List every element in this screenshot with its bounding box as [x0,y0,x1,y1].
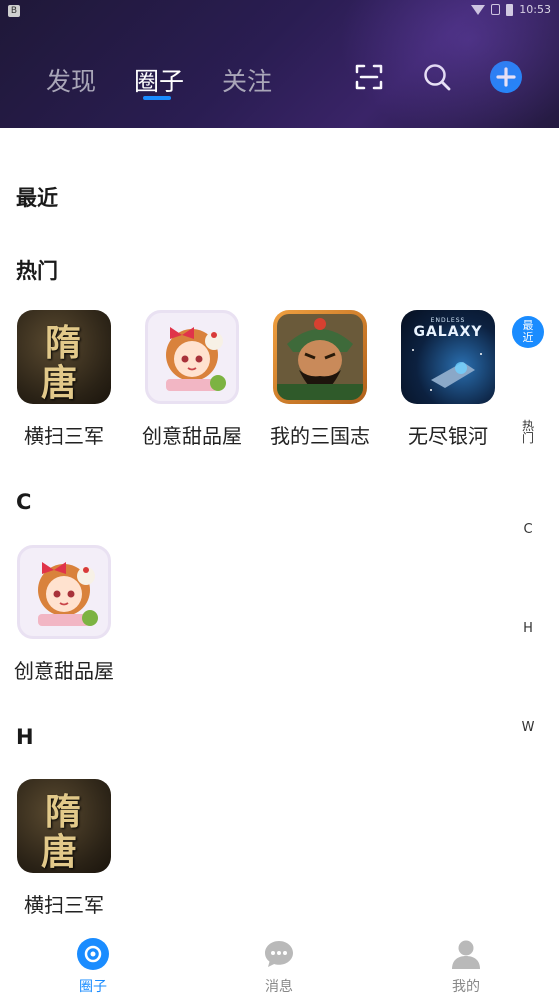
search-icon[interactable] [422,62,452,92]
nav-messages[interactable]: 消息 [239,938,319,995]
galaxy-game-icon: ENDLESS GALAXY [401,310,495,404]
index-badge-label: 最近 [522,319,534,344]
app-item-hengsao[interactable]: 隋 唐 横扫三军 [9,310,119,449]
person-icon [450,938,482,970]
scan-icon[interactable] [354,62,384,92]
nav-label: 圈子 [79,979,107,995]
tab-circle-label: 圈子 [134,67,185,96]
status-indicators: 10:53 [471,3,551,16]
index-item-c[interactable]: C [520,523,536,536]
wifi-icon [471,4,486,15]
app-item-dessert-c[interactable]: 创意甜品屋 [9,545,119,684]
nav-label: 消息 [265,979,293,995]
status-bar: B 10:53 [0,0,559,24]
section-title-recent: 最近 [16,186,58,210]
sanguo-game-icon [273,310,367,404]
app-name: 创意甜品屋 [14,659,114,683]
icon-glyph-bottom: 唐 [41,831,78,873]
index-item-h[interactable]: H [520,622,536,635]
app-name: 无尽银河 [408,424,488,448]
app-item-galaxy[interactable]: ENDLESS GALAXY 无尽银河 [393,310,503,449]
section-title-h: H [16,725,34,749]
sim-icon [491,4,501,15]
suitang-game-icon: 隋 唐 [17,779,111,873]
index-item-w[interactable]: W [520,721,536,734]
icon-glyph-bottom: 唐 [41,362,78,404]
suitang-game-icon: 隋 唐 [17,310,111,404]
app-item-sanguo[interactable]: 我的三国志 [265,310,375,449]
dessert-game-icon [17,545,111,639]
app-name: 我的三国志 [270,424,370,448]
app-name: 创意甜品屋 [142,424,242,448]
top-tabs: 发现 圈子 关注 [46,62,310,100]
battery-icon [506,3,514,16]
dessert-game-icon [145,310,239,404]
notification-icon: B [8,5,20,17]
section-title-c: C [16,490,32,514]
app-item-hengsao-h[interactable]: 隋 唐 横扫三军 [9,779,119,918]
tab-circle[interactable]: 圈子 [134,62,185,100]
nav-circle[interactable]: 圈子 [53,938,133,995]
app-name: 横扫三军 [24,893,104,917]
nav-profile[interactable]: 我的 [426,938,506,995]
status-time: 10:53 [519,3,551,16]
chat-bubble-icon [263,938,295,970]
tab-follow[interactable]: 关注 [222,62,272,98]
index-item-recent[interactable]: 最近 [512,316,544,348]
index-item-hot[interactable]: 热门 [521,420,535,444]
section-title-hot: 热门 [16,259,58,283]
active-tab-indicator [143,96,172,100]
nav-label: 我的 [452,979,480,995]
top-header: B 10:53 发现 圈子 关注 [0,0,559,128]
bottom-nav: 圈子 消息 我的 [0,930,559,995]
app-item-dessert[interactable]: 创意甜品屋 [137,310,247,449]
tab-discover[interactable]: 发现 [46,62,96,98]
circle-target-icon [77,938,109,970]
app-name: 横扫三军 [24,424,104,448]
add-icon[interactable] [490,61,522,93]
